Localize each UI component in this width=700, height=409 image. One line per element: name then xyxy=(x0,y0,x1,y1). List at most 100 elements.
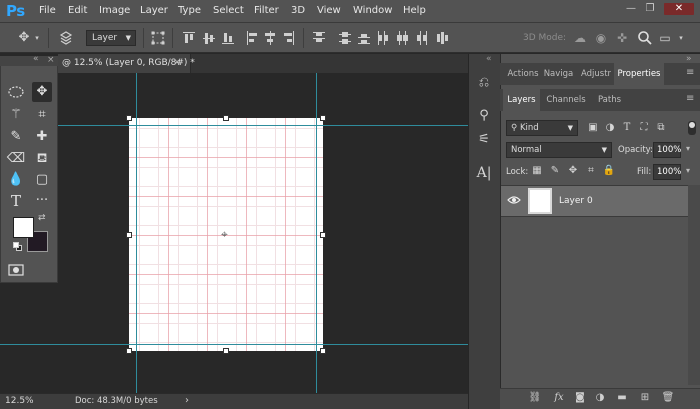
close-icon[interactable]: × xyxy=(47,55,55,65)
pixel-filter-icon[interactable]: ▣ xyxy=(586,120,600,136)
fill-input[interactable]: 100% xyxy=(653,164,681,180)
history-icon[interactable]: ⎌ xyxy=(475,74,493,92)
chevron-down-icon[interactable]: ▾ xyxy=(686,166,690,175)
close-window-icon[interactable]: ✕ xyxy=(664,3,694,15)
search-icon[interactable] xyxy=(637,30,653,46)
distribute-right-edges-icon[interactable] xyxy=(415,31,427,45)
brush-presets-icon[interactable]: ⚲ xyxy=(475,107,493,125)
auto-select-icon[interactable] xyxy=(58,30,74,46)
distribute-left-edges-icon[interactable] xyxy=(377,31,389,45)
menu-view[interactable]: View xyxy=(317,5,341,16)
align-vertical-centers-icon[interactable] xyxy=(203,31,215,45)
character-icon[interactable]: A| xyxy=(475,164,493,182)
distribute-top-edges-icon[interactable] xyxy=(313,31,325,45)
zoom-level[interactable]: 12.5% xyxy=(5,396,34,406)
delete-layer-icon[interactable]: 🗑 xyxy=(660,390,676,406)
shape-icon[interactable]: ▢ xyxy=(32,170,52,190)
move-icon[interactable]: ✥ xyxy=(32,82,52,102)
adjustment-layer-icon[interactable]: ◑ xyxy=(592,390,608,406)
visibility-eye-icon[interactable] xyxy=(507,193,521,207)
scrollbar[interactable] xyxy=(688,185,700,385)
layer-thumbnail[interactable] xyxy=(528,188,552,214)
align-horizontal-centers-icon[interactable] xyxy=(264,31,276,45)
crop-icon[interactable]: ⌗ xyxy=(32,105,52,125)
brush-icon[interactable]: ✎ xyxy=(6,127,26,147)
chevron-down-icon[interactable]: ▾ xyxy=(686,144,690,153)
document-tab[interactable]: @ 12.5% (Layer 0, RGB/8#) * xyxy=(58,54,195,73)
auto-align-layers-icon[interactable] xyxy=(436,31,448,45)
drag-3d-icon[interactable]: ✜ xyxy=(614,30,630,46)
healing-icon[interactable]: ✚ xyxy=(32,127,52,147)
align-bottom-edges-icon[interactable] xyxy=(222,31,234,45)
tab-paths[interactable]: Paths xyxy=(593,89,626,111)
chevron-down-icon[interactable]: ▾ xyxy=(33,30,41,46)
paint-bucket-icon[interactable]: ⛾ xyxy=(32,149,52,169)
add-mask-icon[interactable]: ◙ xyxy=(572,390,588,406)
move-tool-preset-icon[interactable]: ✥ xyxy=(16,30,32,46)
menu-file[interactable]: File xyxy=(39,5,56,16)
type-filter-icon[interactable]: T xyxy=(620,120,634,136)
tab-channels[interactable]: Channels xyxy=(543,89,589,111)
panel-menu-icon[interactable]: ≡ xyxy=(686,93,694,104)
blur-icon[interactable]: 💧 xyxy=(6,170,26,190)
type-icon[interactable]: T xyxy=(6,191,26,211)
quick-mask-icon[interactable] xyxy=(6,260,26,280)
restore-icon[interactable]: ❐ xyxy=(643,3,657,15)
guide-horizontal[interactable] xyxy=(0,344,468,345)
distribute-horizontal-centers-icon[interactable] xyxy=(396,31,408,45)
magic-wand-icon[interactable]: ⚚ xyxy=(6,105,26,125)
transform-handle[interactable] xyxy=(223,348,229,354)
panel-menu-icon[interactable]: ≡ xyxy=(686,67,694,78)
lock-transparent-pixels-icon[interactable]: ▦ xyxy=(530,163,544,179)
swap-colors-icon[interactable]: ⇄ xyxy=(38,213,46,223)
close-tab-icon[interactable]: × xyxy=(173,57,181,68)
new-group-icon[interactable]: ▬ xyxy=(614,390,630,406)
more-tools-icon[interactable]: ··· xyxy=(32,191,52,211)
collapse-icon[interactable]: « xyxy=(486,54,492,64)
transform-handle[interactable] xyxy=(126,115,132,121)
align-top-edges-icon[interactable] xyxy=(183,31,195,45)
foreground-color-swatch[interactable] xyxy=(13,217,34,238)
eraser-icon[interactable]: ⌫ xyxy=(6,149,26,169)
default-colors-icon[interactable] xyxy=(13,242,23,252)
roll-3d-icon[interactable]: ◉ xyxy=(593,30,609,46)
menu-image[interactable]: Image xyxy=(99,5,130,16)
transform-handle[interactable] xyxy=(126,232,132,238)
distribute-bottom-edges-icon[interactable] xyxy=(358,31,370,45)
layer-style-icon[interactable]: fx xyxy=(551,390,567,406)
marquee-icon[interactable] xyxy=(6,82,26,102)
guide-vertical[interactable] xyxy=(316,73,317,393)
lock-artboard-icon[interactable]: ⌗ xyxy=(584,163,598,179)
lock-all-icon[interactable]: 🔒 xyxy=(602,163,616,179)
layer-name[interactable]: Layer 0 xyxy=(559,196,593,206)
transform-controls-icon[interactable] xyxy=(150,30,166,46)
workspace-icon[interactable]: ▭ xyxy=(657,30,673,46)
minimize-icon[interactable]: — xyxy=(624,3,638,15)
transform-handle[interactable] xyxy=(223,115,229,121)
chevron-down-icon[interactable]: ▾ xyxy=(676,30,686,46)
guide-horizontal[interactable] xyxy=(0,125,468,126)
distribute-vertical-centers-icon[interactable] xyxy=(339,31,351,45)
guide-vertical[interactable] xyxy=(136,73,137,393)
transform-handle[interactable] xyxy=(320,348,326,354)
adjustment-filter-icon[interactable]: ◑ xyxy=(603,120,617,136)
tab-actions[interactable]: Actions xyxy=(506,63,540,85)
menu-edit[interactable]: Edit xyxy=(68,5,87,16)
menu-filter[interactable]: Filter xyxy=(254,5,279,16)
shape-filter-icon[interactable]: ⛶ xyxy=(637,120,651,136)
status-menu-icon[interactable]: › xyxy=(185,395,189,406)
lock-position-icon[interactable]: ✥ xyxy=(566,163,580,179)
align-left-edges-icon[interactable] xyxy=(246,31,258,45)
transform-handle[interactable] xyxy=(320,115,326,121)
auto-select-target-dropdown[interactable]: Layer ▼ xyxy=(86,30,136,46)
menu-3d[interactable]: 3D xyxy=(291,5,305,16)
menu-window[interactable]: Window xyxy=(353,5,392,16)
filter-toggle-switch[interactable] xyxy=(688,121,696,135)
transform-handle[interactable] xyxy=(126,348,132,354)
blend-mode-dropdown[interactable]: Normal ▼ xyxy=(506,142,612,158)
menu-layer[interactable]: Layer xyxy=(140,5,168,16)
smart-object-filter-icon[interactable]: ⧉ xyxy=(654,120,668,136)
menu-type[interactable]: Type xyxy=(178,5,201,16)
menu-select[interactable]: Select xyxy=(213,5,244,16)
lock-image-pixels-icon[interactable]: ✎ xyxy=(548,163,562,179)
